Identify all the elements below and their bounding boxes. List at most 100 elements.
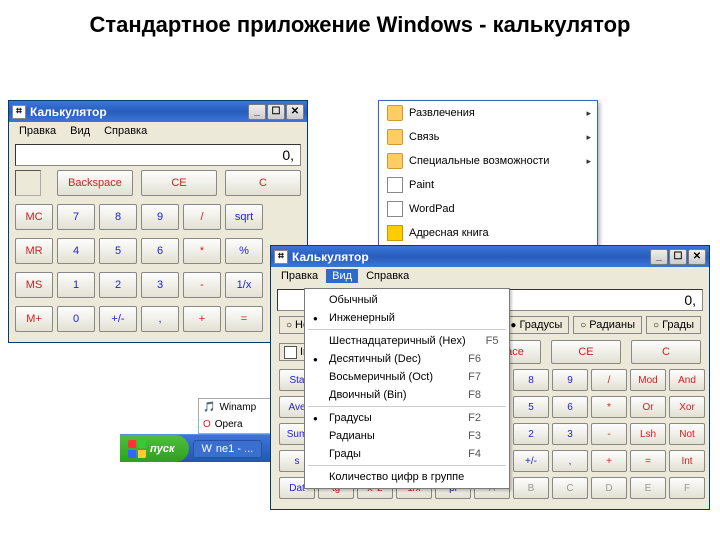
eng-e-button[interactable]: E <box>630 477 666 499</box>
backspace-button[interactable]: Backspace <box>57 170 133 196</box>
digit-0-button[interactable]: 0 <box>57 306 95 332</box>
eng--button[interactable]: , <box>552 450 588 472</box>
maximize-button[interactable]: ☐ <box>267 104 285 120</box>
c-button[interactable]: C <box>225 170 301 196</box>
view-menu-item[interactable]: Количество цифр в группе <box>305 468 509 486</box>
view-menu-item[interactable]: РадианыF3 <box>305 427 509 445</box>
view-menu-item[interactable]: Десятичный (Dec)F6 <box>305 350 509 368</box>
eng-b-button[interactable]: B <box>513 477 549 499</box>
decimal-button[interactable]: , <box>141 306 179 332</box>
digit-5-button[interactable]: 5 <box>99 238 137 264</box>
quick-opera[interactable]: OOpera <box>199 416 277 433</box>
acc-item-wordpad[interactable]: WordPad <box>379 197 597 221</box>
eng--button[interactable]: / <box>591 369 627 391</box>
menu-view[interactable]: Вид <box>64 124 96 138</box>
menu-edit[interactable]: Правка <box>275 269 324 283</box>
eng-8-button[interactable]: 8 <box>513 369 549 391</box>
eng-lsh-button[interactable]: Lsh <box>630 423 666 445</box>
c-button[interactable]: C <box>631 340 701 364</box>
digit-2-button[interactable]: 2 <box>99 272 137 298</box>
digit-4-button[interactable]: 4 <box>57 238 95 264</box>
start-button[interactable]: пуск <box>120 435 189 462</box>
menu-help[interactable]: Справка <box>98 124 153 138</box>
minimize-button[interactable]: _ <box>248 104 266 120</box>
percent-button[interactable]: % <box>225 238 263 264</box>
titlebar[interactable]: ⌗ Калькулятор _ ☐ ✕ <box>9 101 307 122</box>
radio-degrees[interactable]: Градусы <box>503 316 569 334</box>
eng-int-button[interactable]: Int <box>669 450 705 472</box>
view-menu-item[interactable]: Обычный <box>305 291 509 309</box>
mr-button[interactable]: MR <box>15 238 53 264</box>
view-menu-item[interactable]: ГрадусыF2 <box>305 409 509 427</box>
sqrt-button[interactable]: sqrt <box>225 204 263 230</box>
maximize-button[interactable]: ☐ <box>669 249 687 265</box>
eng-d-button[interactable]: D <box>591 477 627 499</box>
quick-winamp[interactable]: 🎵Winamp <box>199 399 277 416</box>
digit-7-button[interactable]: 7 <box>57 204 95 230</box>
digit-9-button[interactable]: 9 <box>141 204 179 230</box>
acc-item-addressbook[interactable]: Адресная книга <box>379 221 597 245</box>
eng-2-button[interactable]: 2 <box>513 423 549 445</box>
digit-6-button[interactable]: 6 <box>141 238 179 264</box>
menubar: Правка Вид Справка <box>271 267 709 285</box>
eng-f-button[interactable]: F <box>669 477 705 499</box>
digit-8-button[interactable]: 8 <box>99 204 137 230</box>
eng--button[interactable]: - <box>591 423 627 445</box>
view-menu-item-label: Грады <box>329 448 361 460</box>
view-menu-item-label: Обычный <box>329 294 378 306</box>
view-menu-item[interactable]: ГрадыF4 <box>305 445 509 463</box>
radio-grads[interactable]: Грады <box>646 316 701 334</box>
close-button[interactable]: ✕ <box>286 104 304 120</box>
multiply-button[interactable]: * <box>183 238 221 264</box>
menu-edit[interactable]: Правка <box>13 124 62 138</box>
menubar: Правка Вид Справка <box>9 122 307 140</box>
eng-6-button[interactable]: 6 <box>552 396 588 418</box>
view-menu-item[interactable]: Двоичный (Bin)F8 <box>305 386 509 404</box>
view-menu-item[interactable]: Шестнадцатеричный (Hex)F5 <box>305 332 509 350</box>
ms-button[interactable]: MS <box>15 272 53 298</box>
eng--button[interactable]: = <box>630 450 666 472</box>
minus-button[interactable]: - <box>183 272 221 298</box>
eng-3-button[interactable]: 3 <box>552 423 588 445</box>
minimize-button[interactable]: _ <box>650 249 668 265</box>
calculator-icon: ⌗ <box>12 105 26 119</box>
reciprocal-button[interactable]: 1/x <box>225 272 263 298</box>
divide-button[interactable]: / <box>183 204 221 230</box>
acc-item-entertainment[interactable]: Развлечения▸ <box>379 101 597 125</box>
acc-item-label: Адресная книга <box>409 227 489 239</box>
ce-button[interactable]: CE <box>141 170 217 196</box>
eng-5-button[interactable]: 5 <box>513 396 549 418</box>
mc-button[interactable]: MC <box>15 204 53 230</box>
menu-help[interactable]: Справка <box>360 269 415 283</box>
ce-button[interactable]: CE <box>551 340 621 364</box>
view-menu-item-shortcut: F6 <box>468 353 481 365</box>
radio-radians[interactable]: Радианы <box>573 316 642 334</box>
acc-item-communications[interactable]: Связь▸ <box>379 125 597 149</box>
taskbar-item[interactable]: Wne1 - ... <box>193 440 263 458</box>
eng--button[interactable]: +/- <box>513 450 549 472</box>
digit-1-button[interactable]: 1 <box>57 272 95 298</box>
view-menu-item[interactable]: Восьмеричный (Oct)F7 <box>305 368 509 386</box>
eng-not-button[interactable]: Not <box>669 423 705 445</box>
eng-or-button[interactable]: Or <box>630 396 666 418</box>
negate-button[interactable]: +/- <box>99 306 137 332</box>
titlebar[interactable]: ⌗ Калькулятор _ ☐ ✕ <box>271 246 709 267</box>
eng--button[interactable]: + <box>591 450 627 472</box>
acc-item-accessibility[interactable]: Специальные возможности▸ <box>379 149 597 173</box>
eng--button[interactable]: * <box>591 396 627 418</box>
view-menu-item[interactable]: Инженерный <box>305 309 509 327</box>
digit-3-button[interactable]: 3 <box>141 272 179 298</box>
eng-xor-button[interactable]: Xor <box>669 396 705 418</box>
eng-c-button[interactable]: C <box>552 477 588 499</box>
view-menu-item-label: Инженерный <box>329 312 395 324</box>
eng-mod-button[interactable]: Mod <box>630 369 666 391</box>
plus-button[interactable]: + <box>183 306 221 332</box>
eng-9-button[interactable]: 9 <box>552 369 588 391</box>
quicklaunch-panel: 🎵Winamp OOpera <box>198 398 278 434</box>
acc-item-paint[interactable]: Paint <box>379 173 597 197</box>
close-button[interactable]: ✕ <box>688 249 706 265</box>
mplus-button[interactable]: M+ <box>15 306 53 332</box>
menu-view[interactable]: Вид <box>326 269 358 283</box>
eng-and-button[interactable]: And <box>669 369 705 391</box>
equals-button[interactable]: = <box>225 306 263 332</box>
